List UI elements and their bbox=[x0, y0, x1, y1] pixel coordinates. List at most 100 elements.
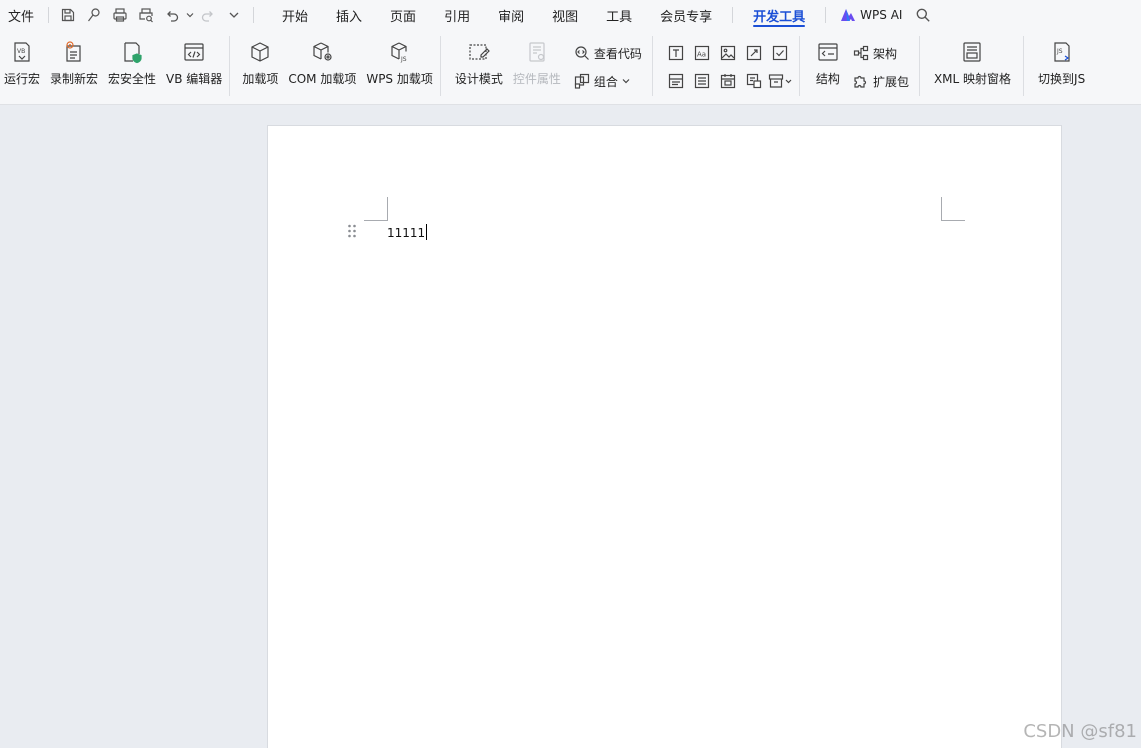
plain-text-control-icon[interactable] bbox=[663, 43, 689, 63]
run-macro-button[interactable]: VB 运行宏 bbox=[2, 30, 45, 104]
page-margin-corner-top-right bbox=[941, 197, 965, 221]
drag-handle-icon[interactable] bbox=[347, 223, 357, 239]
combo-box-control-icon[interactable] bbox=[663, 71, 689, 91]
wps-addins-label: WPS 加载项 bbox=[366, 72, 433, 86]
main-tabs: 开始 插入 页面 引用 审阅 视图 工具 会员专享 开发工具 bbox=[268, 0, 819, 30]
com-addins-button[interactable]: COM 加载项 bbox=[283, 30, 361, 104]
divider bbox=[253, 7, 255, 23]
record-macro-icon bbox=[62, 40, 86, 64]
divider bbox=[48, 7, 50, 23]
page-margin-corner-top-left bbox=[364, 197, 388, 221]
watermark-text: CSDN @sf81 bbox=[1023, 721, 1137, 742]
com-addins-label: COM 加载项 bbox=[288, 72, 357, 86]
xml-mapping-label: XML 映射窗格 bbox=[933, 72, 1012, 86]
tab-references[interactable]: 引用 bbox=[430, 0, 484, 30]
undo-dropdown-icon[interactable] bbox=[185, 3, 195, 27]
design-mode-label: 设计模式 bbox=[454, 72, 503, 86]
tab-tools[interactable]: 工具 bbox=[592, 0, 646, 30]
design-mode-icon bbox=[467, 40, 491, 64]
group-label: 组合 bbox=[593, 74, 618, 89]
group-icon bbox=[574, 73, 590, 89]
js-group: JS 切换到JS bbox=[1024, 30, 1092, 104]
js-switch-icon: JS bbox=[1050, 40, 1074, 64]
structure-button[interactable]: 结构 bbox=[802, 30, 845, 104]
switch-to-js-button[interactable]: JS 切换到JS bbox=[1026, 30, 1090, 104]
picture-control-icon[interactable] bbox=[715, 43, 741, 63]
checkbox-control-icon[interactable] bbox=[767, 43, 793, 63]
shield-icon bbox=[120, 40, 144, 64]
redo-icon[interactable] bbox=[195, 3, 221, 27]
controls-group: 设计模式 控件属性 查看代码 组合 bbox=[441, 30, 652, 104]
schema-column: 架构 扩展包 bbox=[845, 30, 917, 104]
cube-js-icon: JS bbox=[388, 40, 412, 64]
tab-home[interactable]: 开始 bbox=[268, 0, 322, 30]
control-properties-button[interactable]: 控件属性 bbox=[508, 30, 566, 104]
legacy-tools-control-icon[interactable] bbox=[741, 71, 767, 91]
expansion-pack-label: 扩展包 bbox=[872, 74, 909, 89]
text-caret bbox=[426, 224, 428, 240]
view-code-icon bbox=[574, 45, 590, 61]
group-button[interactable]: 组合 bbox=[574, 71, 642, 91]
addins-label: 加载项 bbox=[242, 72, 279, 86]
chevron-down-icon bbox=[622, 79, 630, 84]
structure-label: 结构 bbox=[815, 72, 840, 86]
expansion-pack-button[interactable]: 扩展包 bbox=[853, 71, 909, 91]
tab-insert[interactable]: 插入 bbox=[322, 0, 376, 30]
date-picker-control-icon[interactable] bbox=[715, 71, 741, 91]
archive-dropdown-icon[interactable] bbox=[767, 71, 793, 91]
divider bbox=[825, 7, 827, 23]
macro-group: VB 运行宏 录制新宏 宏安全性 VB 编辑器 bbox=[0, 30, 229, 104]
vb-editor-button[interactable]: VB 编辑器 bbox=[161, 30, 227, 104]
tab-view[interactable]: 视图 bbox=[538, 0, 592, 30]
tab-member[interactable]: 会员专享 bbox=[646, 0, 726, 30]
cube-icon bbox=[248, 40, 272, 64]
search-icon[interactable] bbox=[910, 2, 936, 28]
puzzle-icon bbox=[853, 73, 869, 89]
tab-page[interactable]: 页面 bbox=[376, 0, 430, 30]
xml-mapping-pane-button[interactable]: XML 映射窗格 bbox=[922, 30, 1021, 104]
control-properties-label: 控件属性 bbox=[512, 72, 561, 86]
wps-ai-label: WPS AI bbox=[860, 8, 903, 22]
svg-text:JS: JS bbox=[400, 56, 407, 63]
wps-ai-button[interactable]: WPS AI bbox=[832, 0, 910, 30]
addins-button[interactable]: 加载项 bbox=[232, 30, 283, 104]
svg-text:JS: JS bbox=[1056, 48, 1063, 55]
customize-quick-access-icon[interactable] bbox=[221, 3, 247, 27]
control-properties-icon bbox=[525, 40, 549, 64]
dropdown-list-control-icon[interactable] bbox=[689, 71, 715, 91]
code-window-icon bbox=[182, 40, 206, 64]
building-block-control-icon[interactable] bbox=[741, 43, 767, 63]
format-painter-icon[interactable] bbox=[81, 3, 107, 27]
run-macro-label: 运行宏 bbox=[4, 72, 41, 86]
xml-group: 结构 架构 扩展包 bbox=[800, 30, 919, 104]
tab-review[interactable]: 审阅 bbox=[484, 0, 538, 30]
cube-gear-icon bbox=[310, 40, 334, 64]
design-mode-button[interactable]: 设计模式 bbox=[443, 30, 508, 104]
document-page[interactable]: 11111 bbox=[267, 125, 1062, 748]
macro-security-label: 宏安全性 bbox=[108, 72, 157, 86]
view-code-button[interactable]: 查看代码 bbox=[574, 43, 642, 63]
run-macro-icon: VB bbox=[10, 40, 34, 64]
divider bbox=[732, 7, 734, 23]
record-macro-label: 录制新宏 bbox=[50, 72, 99, 86]
print-icon[interactable] bbox=[107, 3, 133, 27]
tab-developer[interactable]: 开发工具 bbox=[739, 0, 819, 30]
schema-tree-icon bbox=[853, 45, 869, 61]
save-icon[interactable] bbox=[55, 3, 81, 27]
xml-mapping-group: XML 映射窗格 bbox=[920, 30, 1023, 104]
schema-button[interactable]: 架构 bbox=[853, 43, 909, 63]
schema-label: 架构 bbox=[872, 46, 897, 61]
rich-text-control-icon[interactable]: Aa bbox=[689, 43, 715, 63]
record-macro-button[interactable]: 录制新宏 bbox=[45, 30, 103, 104]
macro-security-button[interactable]: 宏安全性 bbox=[103, 30, 161, 104]
paragraph-text: 11111 bbox=[387, 226, 426, 240]
content-controls-grid: Aa bbox=[653, 30, 799, 104]
undo-icon[interactable] bbox=[159, 3, 185, 27]
wps-addins-button[interactable]: JS WPS 加载项 bbox=[361, 30, 438, 104]
file-menu[interactable]: 文件 bbox=[0, 6, 42, 25]
developer-ribbon: VB 运行宏 录制新宏 宏安全性 VB 编辑器 加载项 COM 加载项 JS W… bbox=[0, 30, 1141, 105]
print-preview-icon[interactable] bbox=[133, 3, 159, 27]
svg-text:VB: VB bbox=[17, 48, 25, 55]
document-paragraph[interactable]: 11111 bbox=[387, 224, 428, 242]
vb-editor-label: VB 编辑器 bbox=[166, 72, 223, 86]
